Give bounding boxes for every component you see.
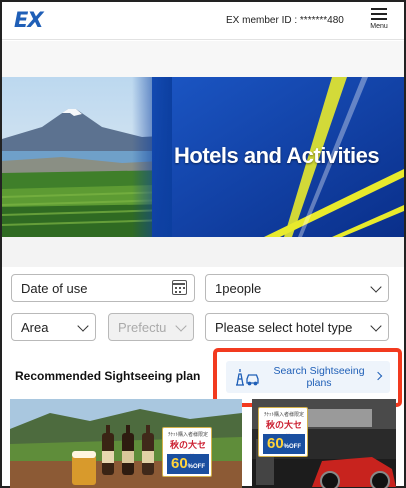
badge-discount-value: 60 <box>170 455 188 472</box>
hotel-type-value: Please select hotel type <box>215 320 353 335</box>
chevron-down-icon <box>77 320 89 332</box>
app-header: EX EX member ID : *******480 Menu <box>2 2 404 40</box>
banner-spacer <box>2 237 404 267</box>
banner-title: Hotels and Activities <box>174 143 380 168</box>
header-spacer <box>2 41 404 77</box>
prefecture-value: Prefectu <box>118 320 167 335</box>
badge-top-text: ﾁｹｯﾄ購入者様限定 <box>263 412 304 418</box>
recommended-section-title: Recommended Sightseeing plan <box>15 369 201 383</box>
discount-badge: ﾁｹｯﾄ購入者様限定 秋の大セール 60%OFF <box>162 427 212 477</box>
area-value: Area <box>21 320 49 335</box>
chevron-down-icon <box>370 281 382 293</box>
discount-badge: ﾁｹｯﾄ購入者様限定 秋の大セール 60%OFF <box>258 407 308 457</box>
people-value: 1people <box>215 281 262 296</box>
plan-card-2[interactable]: ﾁｹｯﾄ購入者様限定 秋の大セール 60%OFF <box>252 399 396 488</box>
date-of-use-field[interactable]: Date of use <box>11 274 195 302</box>
prefecture-select[interactable]: Prefectu <box>108 313 194 341</box>
badge-discount: 60%OFF <box>263 434 305 454</box>
badge-discount: 60%OFF <box>167 454 209 474</box>
badge-discount-value: 60 <box>266 435 284 452</box>
badge-discount-suffix: %OFF <box>283 444 302 450</box>
chevron-down-icon <box>370 320 382 332</box>
member-id-label: EX member ID : *******480 <box>226 15 344 26</box>
area-select[interactable]: Area <box>11 313 96 341</box>
ex-logo[interactable]: EX <box>14 8 44 32</box>
chevron-down-icon <box>175 320 187 332</box>
hotels-activities-banner[interactable]: Hotels and Activities <box>2 77 404 237</box>
menu-label: Menu <box>370 23 388 30</box>
plan-card-1[interactable]: ﾁｹｯﾄ購入者様限定 秋の大セール 60%OFF <box>10 399 242 488</box>
menu-button[interactable]: Menu <box>366 6 392 36</box>
people-select[interactable]: 1people <box>205 274 389 302</box>
badge-discount-suffix: %OFF <box>187 464 206 470</box>
date-of-use-text: Date of use <box>21 281 88 296</box>
hamburger-icon <box>371 8 387 21</box>
badge-top-text: ﾁｹｯﾄ購入者様限定 <box>167 432 208 438</box>
calendar-icon[interactable] <box>172 280 187 295</box>
hotel-type-select[interactable]: Please select hotel type <box>205 313 389 341</box>
